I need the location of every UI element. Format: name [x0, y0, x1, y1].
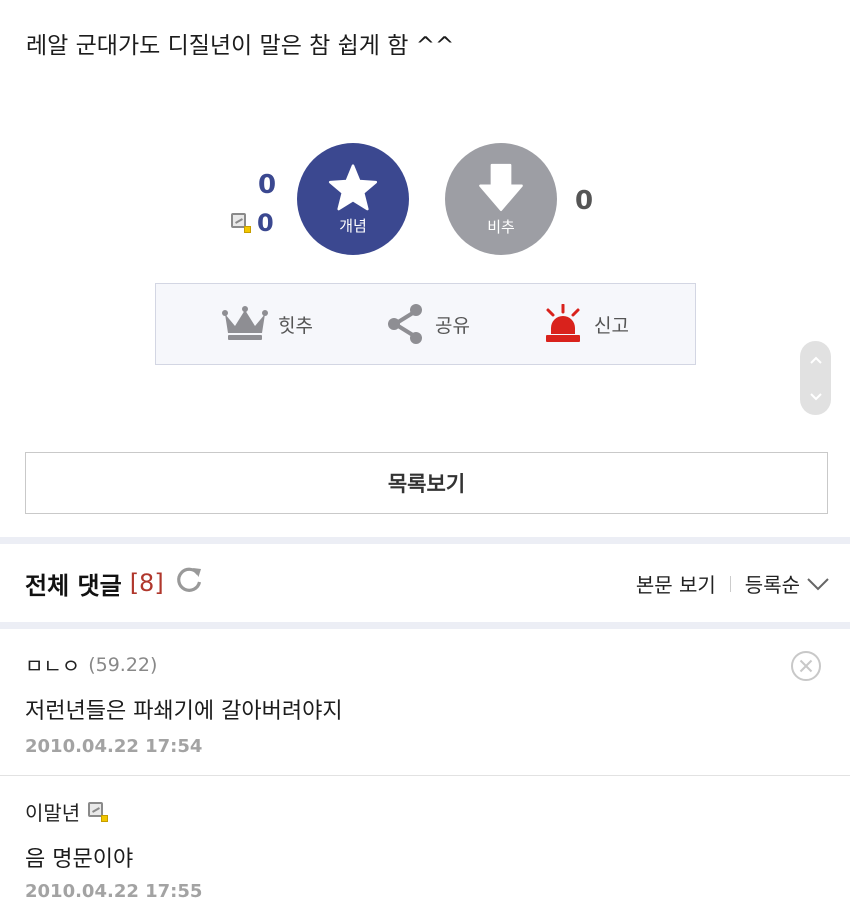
post-body-text: 레알 군대가도 디질년이 말은 참 쉽게 함 ^^ [26, 33, 455, 59]
list-view-button[interactable]: 목록보기 [25, 452, 828, 514]
comments-title-text: 전체 댓글 [25, 571, 122, 600]
chevron-down-icon [807, 577, 829, 590]
share-label: 공유 [435, 314, 470, 337]
view-body-button[interactable]: 본문 보기 [636, 569, 716, 598]
comment-date: 2010.04.22 17:55 [25, 881, 203, 902]
hit-recommend-label: 힛추 [278, 314, 313, 337]
siren-icon [546, 304, 581, 342]
section-divider [0, 537, 850, 544]
upvote-label: 개념 [339, 216, 367, 235]
comment-author-name: ㅁㄴㅇ [25, 654, 81, 678]
star-icon [328, 163, 378, 210]
hit-recommend-button[interactable]: 힛추 [222, 306, 313, 342]
comment-date: 2010.04.22 17:54 [25, 736, 203, 757]
gallery-nick-icon [88, 801, 109, 822]
comment-author[interactable]: 이말년 [25, 797, 109, 826]
share-button[interactable]: 공유 [385, 303, 470, 345]
fixed-nick-upvote-count: 0 [257, 209, 274, 237]
upvote-button[interactable]: 개념 [297, 143, 409, 255]
comments-count: [8] [129, 569, 164, 597]
comment-item: 이말년 음 명문이야 2010.04.22 17:55 [0, 777, 850, 911]
comment-text: 저런년들은 파쇄기에 갈아버려야지 [25, 699, 343, 724]
comments-header-controls: 본문 보기 등록순 [636, 569, 830, 598]
sort-label: 등록순 [744, 573, 800, 597]
page-scroll-control[interactable] [800, 341, 831, 415]
section-divider [0, 622, 850, 629]
comments-title: 전체 댓글 [8] [25, 565, 204, 601]
comment-author[interactable]: ㅁㄴㅇ (59.22) [25, 650, 157, 679]
refresh-icon[interactable] [174, 565, 204, 601]
comment-item: ㅁㄴㅇ (59.22) 저런년들은 파쇄기에 갈아버려야지 2010.04.22… [0, 630, 850, 776]
chevron-up-icon[interactable] [809, 355, 823, 365]
delete-comment-icon[interactable] [790, 650, 822, 686]
chevron-down-icon[interactable] [809, 392, 823, 402]
comment-author-ip: (59.22) [88, 653, 158, 676]
comments-header: 전체 댓글 [8] 본문 보기 등록순 [0, 545, 850, 622]
fixed-nick-upvote-row: 0 [231, 209, 274, 237]
post-action-bar: 힛추 공유 신고 [155, 283, 696, 365]
vote-area: 0 0 개념 비추 0 [0, 140, 850, 260]
upvote-count: 0 [258, 170, 277, 200]
crown-icon [222, 306, 269, 340]
gallery-nick-icon [231, 213, 251, 233]
report-label: 신고 [594, 314, 629, 337]
downvote-button[interactable]: 비추 [445, 143, 557, 255]
arrow-down-icon [479, 163, 523, 211]
share-icon [388, 304, 423, 344]
comment-author-name: 이말년 [25, 801, 81, 825]
comment-text: 음 명문이야 [25, 847, 134, 872]
sort-dropdown[interactable]: 등록순 [745, 569, 830, 598]
report-button[interactable]: 신고 [542, 304, 629, 344]
header-separator [729, 575, 731, 592]
downvote-label: 비추 [487, 217, 515, 236]
downvote-count: 0 [575, 186, 594, 216]
